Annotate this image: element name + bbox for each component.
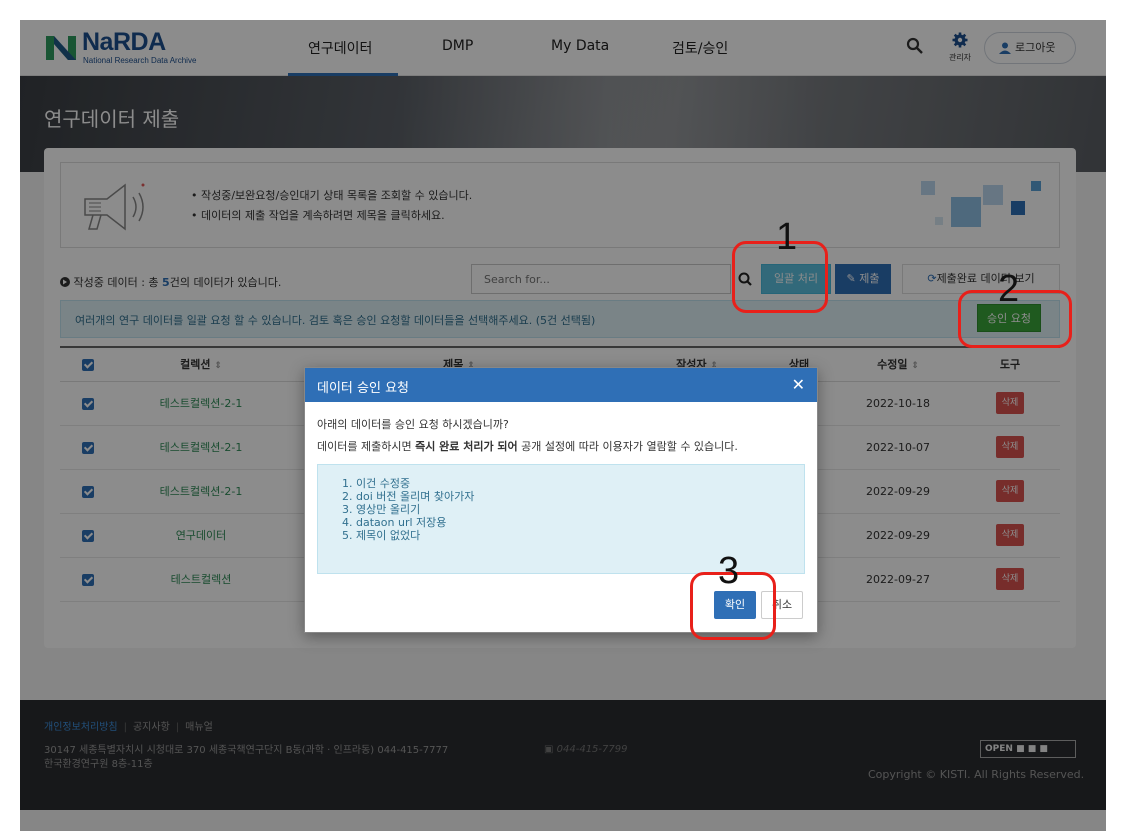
annotation-number-1: 1: [776, 216, 798, 258]
browser-page: NaRDA National Research Data Archive 연구데…: [20, 20, 1106, 831]
modal-header: 데이터 승인 요청 ✕: [305, 368, 817, 402]
list-item: 2. doi 버전 올리며 찾아가자: [342, 490, 475, 503]
annotation-number-3: 3: [718, 550, 740, 592]
modal-question: 아래의 데이터를 승인 요청 하시겠습니까?: [317, 418, 509, 431]
list-item: 1. 이건 수정중: [342, 477, 411, 490]
list-item: 5. 제목이 없었다: [342, 529, 421, 542]
list-item: 4. dataon url 저장용: [342, 516, 447, 529]
close-icon[interactable]: ✕: [792, 375, 805, 394]
modal-note: 데이터를 제출하시면 즉시 완료 처리가 되어 공개 설정에 따라 이용자가 열…: [317, 440, 738, 453]
modal-title: 데이터 승인 요청: [317, 381, 409, 396]
list-item: 3. 영상만 올리기: [342, 503, 421, 516]
annotation-number-2: 2: [998, 268, 1020, 310]
